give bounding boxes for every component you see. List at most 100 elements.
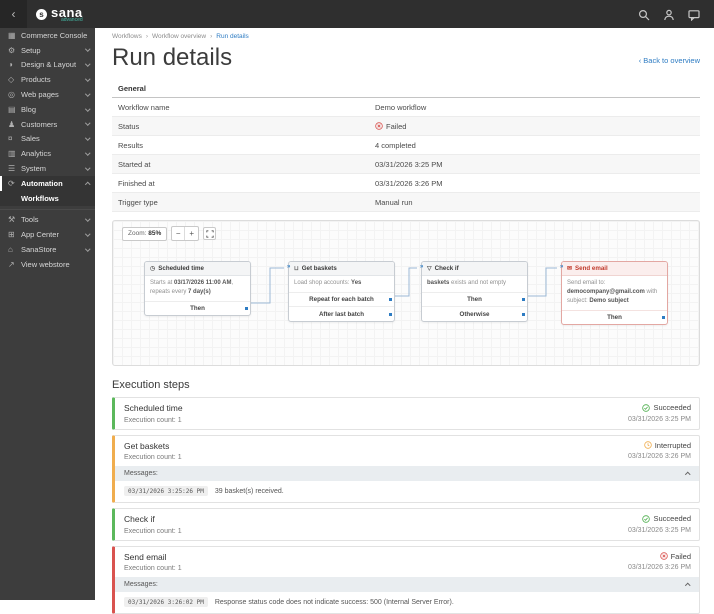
- messages-toggle[interactable]: Messages:: [115, 466, 699, 481]
- chevron-up-icon: [85, 182, 90, 187]
- chevron-down-icon: [85, 231, 90, 236]
- node-output-then[interactable]: Then: [145, 302, 250, 315]
- status-badge: Succeeded: [628, 403, 691, 412]
- sidebar-item-blog[interactable]: ▤ Blog: [0, 102, 95, 117]
- breadcrumb-workflows[interactable]: Workflows: [112, 33, 142, 40]
- node-scheduled-time[interactable]: ◷ Scheduled time Starts at 03/17/2026 11…: [144, 261, 251, 316]
- table-row: Results 4 completed: [112, 136, 700, 155]
- workflow-diagram[interactable]: Zoom: 85% − + ◷ Scheduled time Starts at…: [112, 220, 700, 366]
- failed-icon: [660, 552, 668, 560]
- node-output-then[interactable]: Then: [562, 311, 667, 324]
- message-timestamp: 03/31/2026 3:26:02 PM: [124, 597, 208, 607]
- breadcrumb: Workflows › Workflow overview › Run deta…: [112, 33, 700, 40]
- zoom-out-button[interactable]: −: [172, 227, 185, 240]
- step-title: Scheduled time: [124, 403, 183, 413]
- input-port: »: [560, 264, 562, 270]
- sidebar-item-app-center[interactable]: ⊞ App Center: [0, 227, 95, 242]
- step-timestamp: 03/31/2026 3:25 PM: [628, 527, 691, 534]
- step-execution-count: Execution count: 1: [124, 565, 182, 572]
- step-timestamp: 03/31/2026 3:26 PM: [628, 453, 691, 460]
- sidebar-item-sanastore[interactable]: ⌂ SanaStore: [0, 242, 95, 257]
- step-card-send-email: Send email Execution count: 1 Failed 03/…: [112, 546, 700, 614]
- page-title: Run details: [112, 44, 232, 72]
- chevron-down-icon: [85, 62, 90, 67]
- message-row: 03/31/2026 3:26:02 PM Response status co…: [115, 592, 699, 613]
- output-port[interactable]: [522, 298, 525, 301]
- clock-icon: ◷: [150, 265, 155, 272]
- sidebar-item-sales[interactable]: ¤ Sales: [0, 132, 95, 147]
- table-row: Status Failed: [112, 117, 700, 136]
- sidebar-item-automation[interactable]: ⟳ Automation: [0, 176, 95, 191]
- sidebar-item-design-layout[interactable]: ◑ Design & Layout: [0, 58, 95, 73]
- sana-logo: s sana advanced: [36, 6, 83, 23]
- chevron-down-icon: [85, 91, 90, 96]
- sidebar-item-setup[interactable]: ⚙ Setup: [0, 43, 95, 58]
- chevron-up-icon: [685, 472, 690, 477]
- tag-icon: ◇: [8, 75, 21, 84]
- sidebar-item-system[interactable]: ☰ System: [0, 161, 95, 176]
- node-output-repeat-for-each-batch[interactable]: Repeat for each batch: [289, 293, 394, 306]
- sidebar-item-web-pages[interactable]: ◎ Web pages: [0, 87, 95, 102]
- status-badge: Succeeded: [628, 514, 691, 523]
- node-get-baskets[interactable]: » ⊔ Get baskets Load shop accounts: Yes …: [288, 261, 395, 322]
- zoom-in-button[interactable]: +: [185, 227, 198, 240]
- step-card-get-baskets: Get baskets Execution count: 1 Interrupt…: [112, 435, 700, 504]
- status-badge: Interrupted: [628, 441, 691, 450]
- fullscreen-button[interactable]: [203, 227, 216, 240]
- basket-icon: ⊔: [294, 265, 299, 272]
- output-port[interactable]: [389, 313, 392, 316]
- chevron-down-icon: [85, 121, 90, 126]
- chevron-down-icon: [85, 246, 90, 251]
- status-badge: Failed: [386, 122, 406, 131]
- sana-logo-icon: s: [36, 9, 47, 20]
- step-card-scheduled-time: Scheduled time Execution count: 1 Succee…: [112, 397, 700, 430]
- feedback-icon[interactable]: [688, 8, 700, 20]
- sidebar: ▦ Commerce Console ⚙ Setup ◑ Design & La…: [0, 28, 95, 600]
- messages-toggle[interactable]: Messages:: [115, 577, 699, 592]
- step-timestamp: 03/31/2026 3:26 PM: [628, 564, 691, 571]
- sidebar-item-products[interactable]: ◇ Products: [0, 72, 95, 87]
- node-output-otherwise[interactable]: Otherwise: [422, 306, 527, 320]
- node-send-email[interactable]: » ✉ Send email Send email to: democompan…: [561, 261, 668, 325]
- breadcrumb-run-details: Run details: [216, 33, 249, 40]
- expand-icon: [206, 230, 214, 238]
- sidebar-item-analytics[interactable]: ▥ Analytics: [0, 146, 95, 161]
- apps-icon: ⊞: [8, 230, 21, 239]
- chevron-down-icon: [85, 165, 90, 170]
- sidebar-item-commerce-console[interactable]: ▦ Commerce Console: [0, 28, 95, 43]
- message-row: 03/31/2026 3:25:26 PM 39 basket(s) recei…: [115, 481, 699, 502]
- document-icon: ▤: [8, 105, 21, 114]
- step-card-check-if: Check if Execution count: 1 Succeeded 03…: [112, 508, 700, 541]
- sidebar-item-view-webstore[interactable]: ↗ View webstore: [0, 257, 95, 272]
- chevron-down-icon: [85, 216, 90, 221]
- breadcrumb-separator: ›: [210, 33, 212, 40]
- output-port[interactable]: [522, 313, 525, 316]
- cart-icon: ¤: [8, 134, 21, 143]
- status-badge: Failed: [628, 552, 691, 561]
- chevron-down-icon: [85, 150, 90, 155]
- envelope-icon: ✉: [567, 265, 572, 272]
- external-link-icon: ↗: [8, 260, 21, 269]
- search-icon[interactable]: [638, 8, 650, 20]
- output-port[interactable]: [245, 307, 248, 310]
- output-port[interactable]: [662, 316, 665, 319]
- sidebar-item-workflows[interactable]: Workflows: [0, 191, 95, 206]
- breadcrumb-workflow-overview[interactable]: Workflow overview: [152, 33, 206, 40]
- node-check-if[interactable]: » ▽ Check if baskets exists and not empt…: [421, 261, 528, 322]
- node-output-then[interactable]: Then: [422, 293, 527, 306]
- back-to-overview-link[interactable]: ‹ Back to overview: [639, 56, 700, 65]
- chevron-left-icon: ‹: [12, 7, 16, 21]
- sidebar-item-tools[interactable]: ⚒ Tools: [0, 213, 95, 228]
- zoom-level: Zoom: 85%: [122, 227, 167, 241]
- sidebar-item-customers[interactable]: ♟ Customers: [0, 117, 95, 132]
- step-execution-count: Execution count: 1: [124, 528, 182, 535]
- node-output-after-last-batch[interactable]: After last batch: [289, 306, 394, 320]
- user-icon[interactable]: [663, 8, 675, 20]
- step-execution-count: Execution count: 1: [124, 417, 183, 424]
- chevron-down-icon: [85, 47, 90, 52]
- back-button[interactable]: ‹: [0, 0, 27, 28]
- table-row: Finished at 03/31/2026 3:26 PM: [112, 174, 700, 193]
- general-section: General Workflow name Demo workflow Stat…: [112, 81, 700, 212]
- output-port[interactable]: [389, 298, 392, 301]
- execution-steps-heading: Execution steps: [112, 379, 700, 391]
